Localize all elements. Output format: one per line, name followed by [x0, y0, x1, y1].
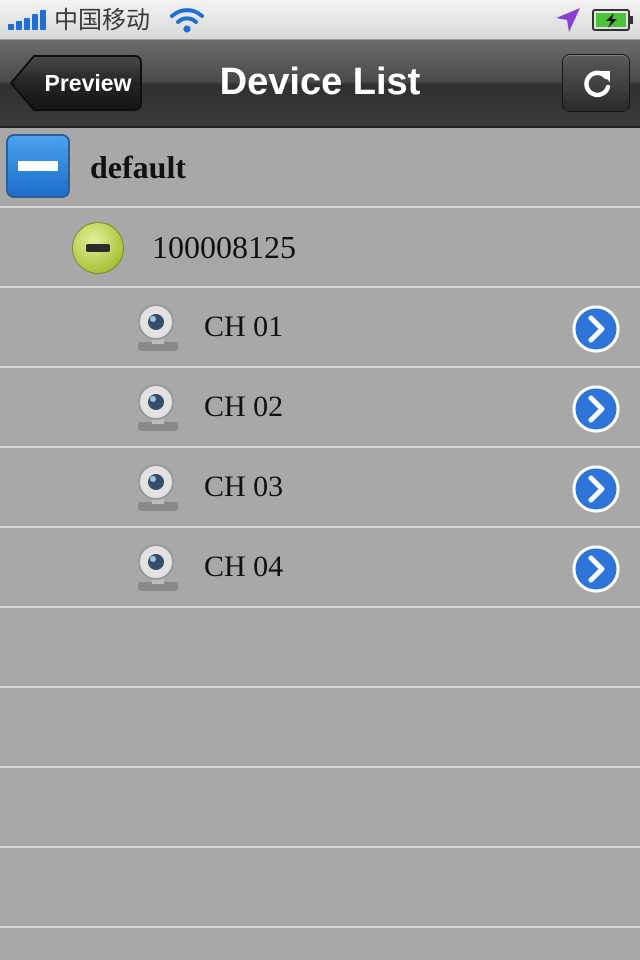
- channel-label: CH 02: [204, 390, 284, 423]
- refresh-button[interactable]: [562, 54, 630, 112]
- collapse-icon[interactable]: [6, 134, 70, 198]
- channel-row[interactable]: CH 04: [0, 528, 640, 608]
- camera-icon: [138, 544, 178, 591]
- battery-icon: [592, 9, 633, 31]
- device-list: default 100008125 CH 01 CH 02 CH 03 CH 0…: [0, 128, 640, 928]
- page-title: Device List: [219, 61, 421, 103]
- channel-label: CH 01: [204, 310, 284, 343]
- collapse-icon[interactable]: [72, 222, 124, 274]
- back-button-label: Preview: [44, 70, 132, 96]
- device-label: 100008125: [152, 229, 296, 265]
- nav-bar: Preview Device List: [0, 40, 640, 128]
- chevron-right-icon[interactable]: [572, 465, 620, 513]
- location-icon: [556, 8, 580, 32]
- back-button[interactable]: Preview: [10, 54, 142, 112]
- channel-row[interactable]: CH 02: [0, 368, 640, 448]
- channel-row[interactable]: CH 01: [0, 288, 640, 368]
- chevron-right-icon[interactable]: [572, 305, 620, 353]
- camera-icon: [138, 304, 178, 351]
- group-row[interactable]: default: [0, 128, 640, 208]
- channel-label: CH 04: [204, 550, 284, 583]
- device-row[interactable]: 100008125: [0, 208, 640, 288]
- channel-row[interactable]: CH 03: [0, 448, 640, 528]
- signal-icon: [8, 10, 48, 30]
- group-label: default: [90, 149, 186, 185]
- chevron-right-icon[interactable]: [572, 545, 620, 593]
- channel-label: CH 03: [204, 470, 284, 503]
- camera-icon: [138, 464, 178, 511]
- refresh-icon: [584, 70, 611, 98]
- empty-row: [0, 688, 640, 768]
- carrier-name: 中国移动: [54, 6, 150, 34]
- empty-row: [0, 608, 640, 688]
- camera-icon: [138, 384, 178, 431]
- wifi-icon: [170, 8, 204, 33]
- empty-row: [0, 848, 640, 928]
- status-bar: 中国移动: [0, 0, 640, 40]
- chevron-right-icon[interactable]: [572, 385, 620, 433]
- empty-row: [0, 768, 640, 848]
